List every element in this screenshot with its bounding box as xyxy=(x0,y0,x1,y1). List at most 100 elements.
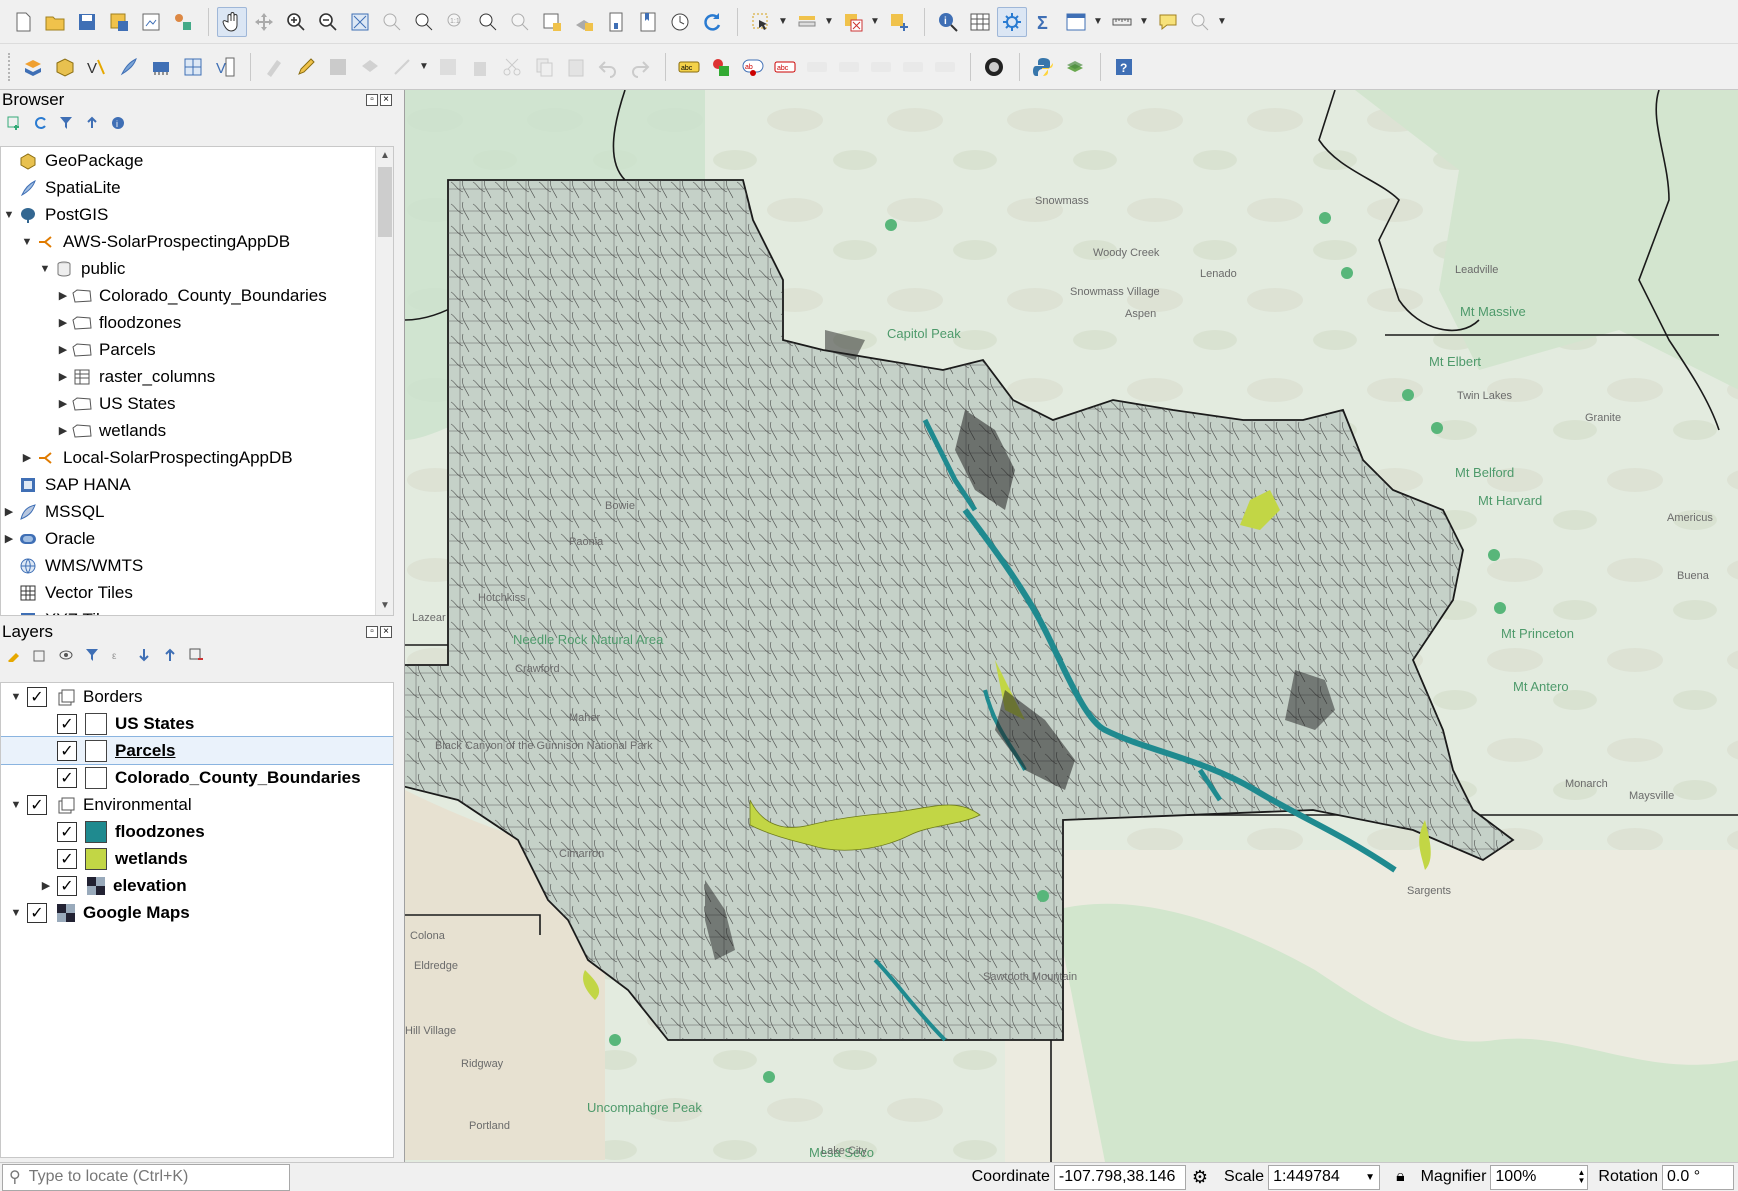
measure-icon[interactable] xyxy=(1107,7,1137,37)
label-toolbar-icon[interactable]: abc xyxy=(674,52,704,82)
select-dropdown-icon[interactable]: ▼ xyxy=(778,16,788,27)
open-project-icon[interactable] xyxy=(40,7,70,37)
scroll-down-icon[interactable]: ▼ xyxy=(376,597,393,615)
browser-item[interactable]: ▶ Local-SolarProspectingAppDB xyxy=(1,444,393,471)
temporal-icon[interactable] xyxy=(601,7,631,37)
new-memory-layer-icon[interactable] xyxy=(146,52,176,82)
map-tips-dropdown-icon[interactable]: ▼ xyxy=(1217,16,1227,27)
style-panel-icon[interactable] xyxy=(4,645,24,665)
add-feature-icon[interactable] xyxy=(355,52,385,82)
chevron-down-icon[interactable]: ▼ xyxy=(19,236,35,248)
coordinate-field[interactable]: -107.798,38.146 xyxy=(1053,1164,1186,1190)
layer-symbol-swatch[interactable] xyxy=(85,847,107,870)
new-temp-scratch-icon[interactable]: V xyxy=(210,52,240,82)
chevron-right-icon[interactable]: ▶ xyxy=(55,370,71,383)
layer-symbol-swatch[interactable] xyxy=(85,712,107,735)
expand-all-icon[interactable] xyxy=(134,645,154,665)
layer-visibility-checkbox[interactable]: ✓ xyxy=(27,794,47,815)
select-location-icon[interactable] xyxy=(884,7,914,37)
show-hide-labels-icon[interactable] xyxy=(802,52,832,82)
identify-icon[interactable]: i xyxy=(933,7,963,37)
select-attribute-dropdown-icon[interactable]: ▼ xyxy=(824,16,834,27)
rotate-label-icon[interactable] xyxy=(866,52,896,82)
modify-attributes-icon[interactable] xyxy=(433,52,463,82)
plugin-icon[interactable] xyxy=(979,52,1009,82)
delete-icon[interactable] xyxy=(465,52,495,82)
spin-arrows-icon[interactable]: ▲ ▼ xyxy=(1577,1169,1585,1185)
manage-map-themes-icon[interactable] xyxy=(56,645,76,665)
layer-item[interactable]: ✓ Colorado_County_Boundaries xyxy=(1,764,393,791)
save-edits-icon[interactable] xyxy=(323,52,353,82)
layer-symbol-swatch[interactable] xyxy=(85,820,107,843)
copy-icon[interactable] xyxy=(529,52,559,82)
filter-expression-icon[interactable]: ε xyxy=(108,645,128,665)
redo-icon[interactable] xyxy=(625,52,655,82)
chevron-right-icon[interactable]: ▶ xyxy=(55,424,71,437)
refresh-icon[interactable] xyxy=(697,7,727,37)
change-label-icon[interactable] xyxy=(898,52,928,82)
new-shapefile-icon[interactable]: V xyxy=(82,52,112,82)
new-project-icon[interactable] xyxy=(8,7,38,37)
open-table-icon[interactable] xyxy=(1061,7,1091,37)
magnifier-spinbox[interactable]: 100% ▲ ▼ xyxy=(1490,1164,1589,1190)
browser-item[interactable]: GeoPackage xyxy=(1,147,393,174)
chevron-right-icon[interactable]: ▶ xyxy=(55,397,71,410)
edit-pencil-icon[interactable] xyxy=(291,52,321,82)
remove-layer-icon[interactable] xyxy=(186,645,206,665)
vertex-tool-icon[interactable] xyxy=(387,52,417,82)
browser-item[interactable]: ▶ US States xyxy=(1,390,393,417)
vertex-dropdown-icon[interactable]: ▼ xyxy=(419,61,429,72)
layer-item[interactable]: ✓ Parcels xyxy=(1,736,393,765)
bookmark-icon[interactable] xyxy=(633,7,663,37)
add-group-icon[interactable] xyxy=(30,645,50,665)
browser-item[interactable]: ▼ AWS-SolarProspectingAppDB xyxy=(1,228,393,255)
chevron-down-icon[interactable]: ▼ xyxy=(5,907,27,919)
zoom-next-icon[interactable] xyxy=(505,7,535,37)
scroll-up-icon[interactable]: ▲ xyxy=(376,147,393,165)
layer-item[interactable]: ✓ floodzones xyxy=(1,818,393,845)
cut-icon[interactable] xyxy=(497,52,527,82)
style-manager-icon[interactable] xyxy=(168,7,198,37)
zoom-full-icon[interactable] xyxy=(345,7,375,37)
python-icon[interactable] xyxy=(1028,52,1058,82)
layer-visibility-checkbox[interactable]: ✓ xyxy=(57,848,77,869)
scale-combo[interactable]: 1:449784 ▼ xyxy=(1268,1164,1381,1190)
layer-item[interactable]: ▼ ✓ Google Maps xyxy=(1,899,393,926)
layer-visibility-checkbox[interactable]: ✓ xyxy=(57,821,77,842)
add-selected-layers-icon[interactable] xyxy=(4,113,24,133)
locator-search-input[interactable]: ⚲ Type to locate (Ctrl+K) xyxy=(2,1163,290,1191)
new-3d-view-icon[interactable] xyxy=(569,7,599,37)
browser-item[interactable]: ▶ raster_columns xyxy=(1,363,393,390)
properties-icon[interactable]: i xyxy=(108,113,128,133)
paste-icon[interactable] xyxy=(561,52,591,82)
open-table-dropdown-icon[interactable]: ▼ xyxy=(1093,16,1103,27)
new-virtual-layer-icon[interactable] xyxy=(178,52,208,82)
layer-visibility-checkbox[interactable]: ✓ xyxy=(27,902,47,923)
chevron-right-icon[interactable]: ▶ xyxy=(55,343,71,356)
highlight-label-icon[interactable]: ab xyxy=(738,52,768,82)
chevron-right-icon[interactable]: ▶ xyxy=(35,879,57,892)
browser-item[interactable]: ▼ public xyxy=(1,255,393,282)
browser-item[interactable]: WMS/WMTS xyxy=(1,552,393,579)
chevron-down-icon[interactable]: ▼ xyxy=(5,691,27,703)
refresh-browser-icon[interactable] xyxy=(30,113,50,133)
deselect-dropdown-icon[interactable]: ▼ xyxy=(870,16,880,27)
show-bookmarks-icon[interactable] xyxy=(665,7,695,37)
chevron-right-icon[interactable]: ▶ xyxy=(19,451,35,464)
attribute-table-icon[interactable] xyxy=(965,7,995,37)
statistics-icon[interactable]: Σ xyxy=(1029,7,1059,37)
layer-item[interactable]: ✓ US States xyxy=(1,710,393,737)
data-source-manager-icon[interactable] xyxy=(18,52,48,82)
lock-scale-icon[interactable]: 🔒︎ xyxy=(1396,1168,1405,1186)
zoom-in-icon[interactable] xyxy=(281,7,311,37)
pin-label-icon[interactable]: abc xyxy=(770,52,800,82)
pan-to-selection-icon[interactable] xyxy=(249,7,279,37)
chevron-down-icon[interactable]: ▼ xyxy=(1,209,17,221)
move-label-icon[interactable] xyxy=(834,52,864,82)
browser-scrollbar[interactable]: ▲ ▼ xyxy=(375,147,393,615)
layer-visibility-checkbox[interactable]: ✓ xyxy=(57,713,77,734)
zoom-out-icon[interactable] xyxy=(313,7,343,37)
layer-symbol-swatch[interactable] xyxy=(85,739,107,762)
browser-item[interactable]: ▶ Oracle xyxy=(1,525,393,552)
deselect-icon[interactable] xyxy=(838,7,868,37)
